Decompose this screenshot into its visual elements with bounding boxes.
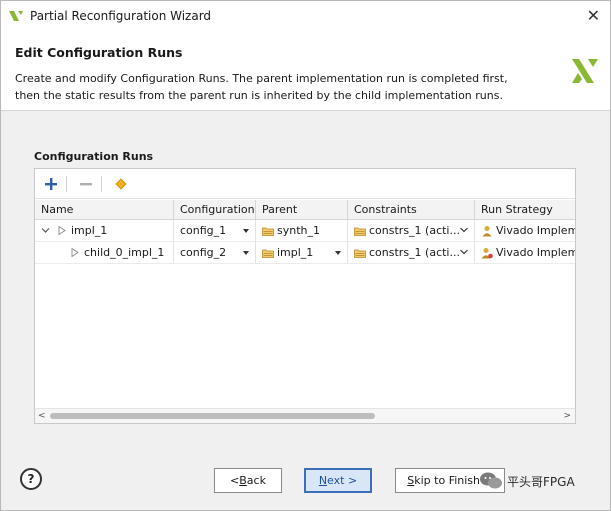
help-button[interactable]: ?: [20, 468, 42, 490]
wechat-icon: [480, 472, 502, 489]
dropdown-arrow-icon: [243, 251, 249, 255]
column-header-run-strategy[interactable]: Run Strategy: [475, 200, 575, 219]
toolbar-separator: [66, 175, 67, 192]
xilinx-logo-icon: [572, 59, 598, 83]
column-header-configuration[interactable]: Configuration: [174, 200, 256, 219]
scrollbar-thumb[interactable]: [50, 413, 375, 419]
auto-create-button[interactable]: [109, 173, 133, 195]
title-bar: Partial Reconfiguration Wizard ✕: [1, 1, 610, 31]
toolbar-separator: [101, 175, 102, 192]
dropdown-arrow-icon: [335, 251, 341, 255]
table-row[interactable]: impl_1 config_1 synth_1 constrs_1 (acti.…: [35, 220, 575, 242]
remove-run-button[interactable]: [74, 173, 98, 195]
app-logo-icon: [9, 11, 23, 21]
scroll-left-icon[interactable]: <: [38, 411, 46, 421]
run-strategy-value: Vivado Impleme: [496, 246, 575, 259]
dropdown-arrow-icon: [243, 229, 249, 233]
back-button[interactable]: < Back: [214, 468, 282, 493]
configuration-select[interactable]: config_2: [174, 242, 256, 263]
folder-icon: [262, 227, 274, 236]
runs-table: Name Configuration Parent Constraints Ru…: [35, 200, 575, 264]
add-run-button[interactable]: [39, 173, 63, 195]
strategy-user-warning-icon: [481, 247, 493, 258]
runs-toolbar: [35, 169, 575, 199]
column-header-constraints[interactable]: Constraints: [348, 200, 475, 219]
run-status-icon: [58, 226, 66, 235]
column-header-parent[interactable]: Parent: [256, 200, 348, 219]
table-header: Name Configuration Parent Constraints Ru…: [35, 200, 575, 220]
configuration-value: config_2: [180, 246, 227, 259]
chevron-down-icon[interactable]: [41, 227, 50, 234]
section-label: Configuration Runs: [34, 150, 154, 163]
chevron-down-icon: [460, 249, 468, 255]
page-description: Create and modify Configuration Runs. Th…: [15, 72, 508, 102]
window-title: Partial Reconfiguration Wizard: [30, 9, 212, 23]
constraints-select[interactable]: constrs_1 (acti...: [348, 242, 475, 263]
run-status-icon: [71, 248, 79, 257]
constraints-value: constrs_1 (acti...: [369, 246, 460, 259]
strategy-user-icon: [482, 225, 492, 236]
parent-value: impl_1: [277, 246, 314, 259]
run-strategy-cell[interactable]: Vivado Impleme: [475, 242, 575, 263]
close-icon[interactable]: ✕: [587, 7, 600, 25]
run-strategy-cell[interactable]: Vivado Impleme: [475, 220, 575, 241]
run-name: impl_1: [71, 224, 108, 237]
parent-value: synth_1: [277, 224, 320, 237]
constraints-value: constrs_1 (acti...: [369, 224, 460, 237]
run-name-cell[interactable]: impl_1: [35, 220, 174, 241]
minus-icon: [80, 182, 92, 185]
configuration-select[interactable]: config_1: [174, 220, 256, 241]
page-title: Edit Configuration Runs: [15, 45, 183, 60]
parent-select[interactable]: impl_1: [256, 242, 348, 263]
watermark-text: 平头哥FPGA: [507, 474, 575, 489]
column-header-name[interactable]: Name: [35, 200, 174, 219]
configuration-runs-panel: Name Configuration Parent Constraints Ru…: [34, 168, 576, 424]
scroll-right-icon[interactable]: >: [563, 411, 571, 421]
constraints-select[interactable]: constrs_1 (acti...: [348, 220, 475, 241]
run-strategy-value: Vivado Impleme: [496, 224, 575, 237]
chevron-down-icon: [460, 227, 468, 233]
configuration-value: config_1: [180, 224, 227, 237]
table-row[interactable]: child_0_impl_1 config_2 impl_1 constrs_1…: [35, 242, 575, 264]
wizard-header: Edit Configuration Runs Create and modif…: [1, 31, 610, 111]
parent-cell[interactable]: synth_1: [256, 220, 348, 241]
plus-icon: [45, 177, 57, 190]
diamond-icon: [115, 177, 127, 190]
run-name-cell[interactable]: child_0_impl_1: [35, 242, 174, 263]
next-button[interactable]: Next >: [304, 468, 372, 493]
wizard-window: Partial Reconfiguration Wizard ✕ Edit Co…: [0, 0, 611, 511]
horizontal-scrollbar[interactable]: < >: [35, 408, 575, 423]
folder-icon: [354, 249, 366, 258]
watermark: 平头哥FPGA: [479, 471, 575, 491]
folder-icon: [354, 227, 366, 236]
folder-icon: [262, 249, 274, 258]
run-name: child_0_impl_1: [84, 246, 165, 259]
